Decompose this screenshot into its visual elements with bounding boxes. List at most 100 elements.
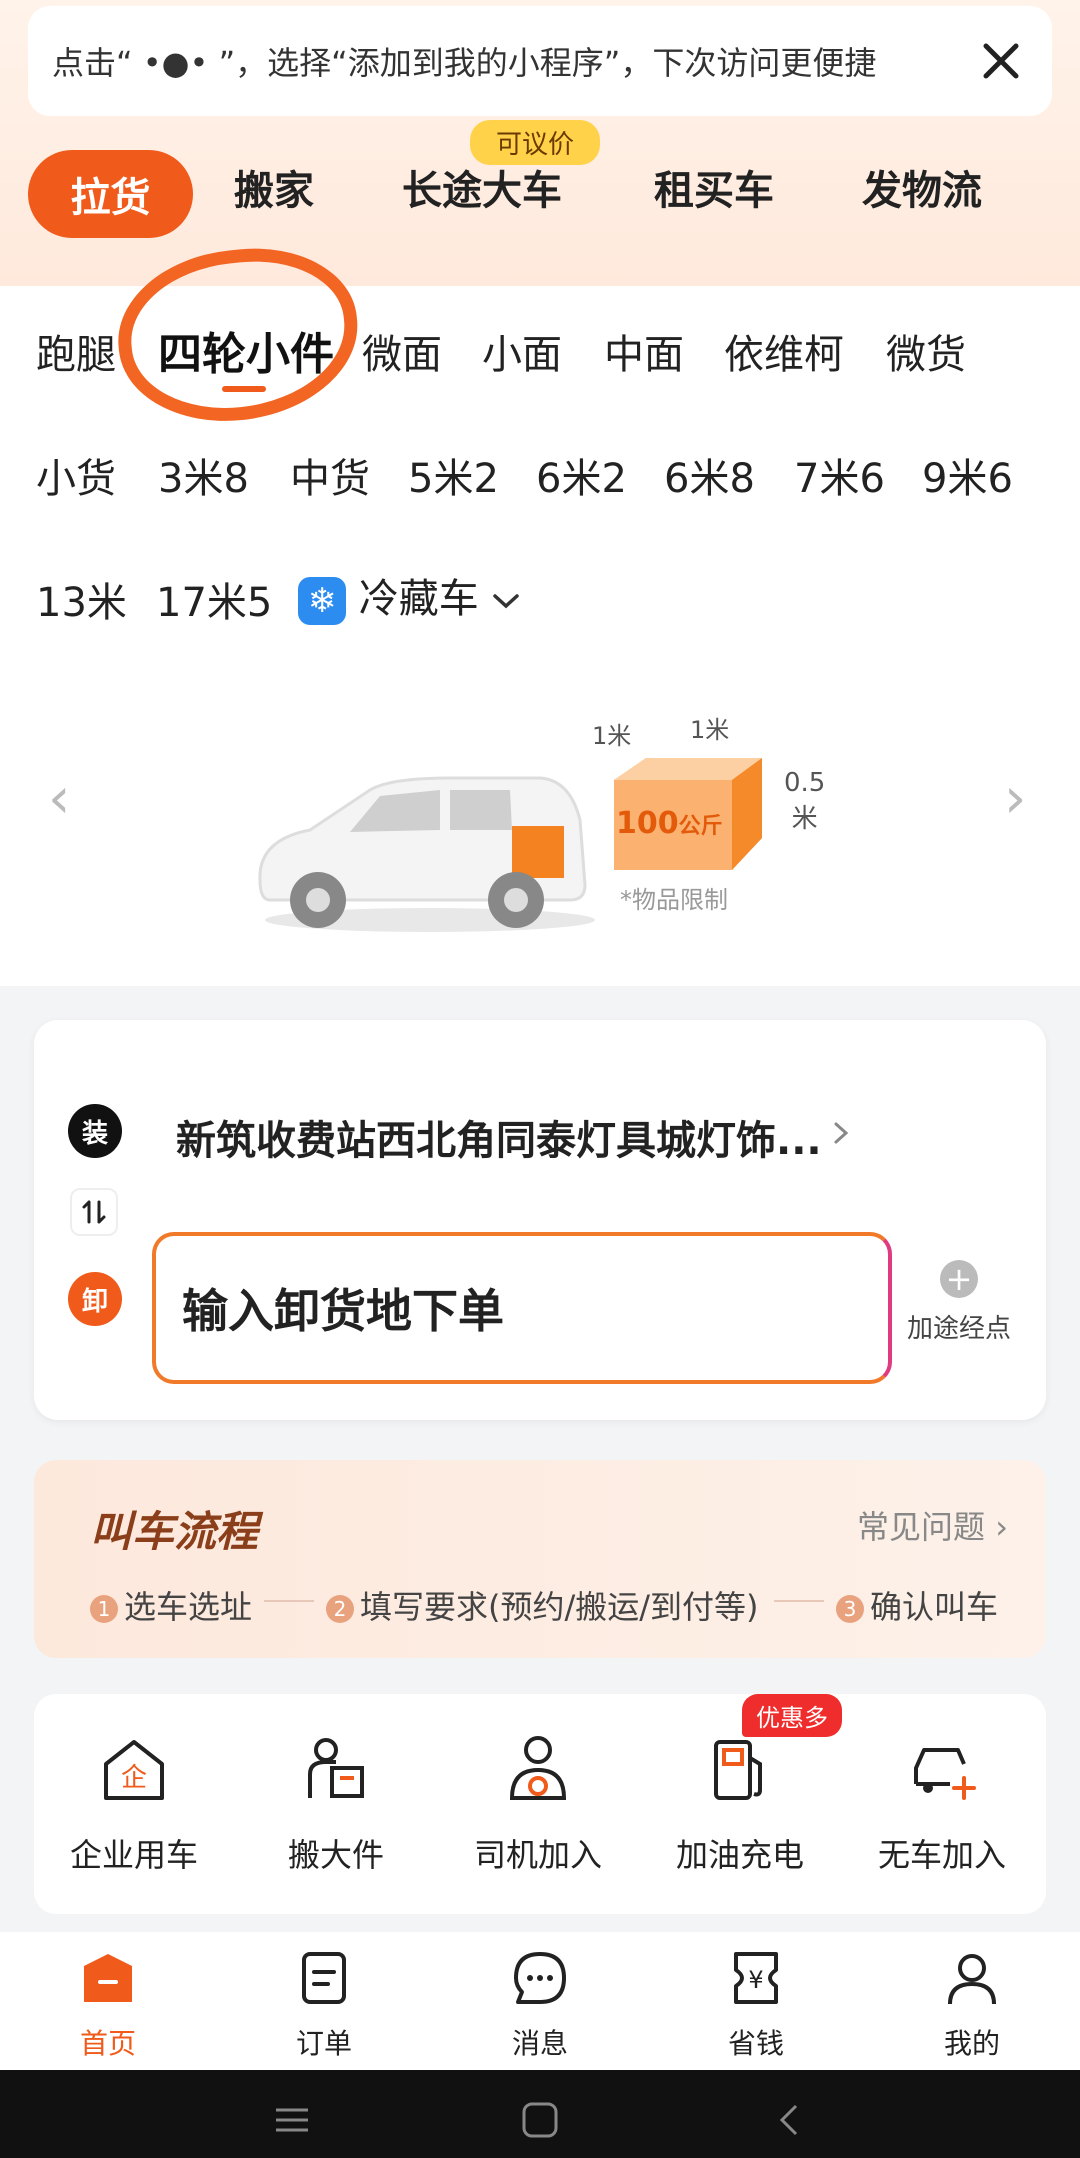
- weight-value: 100: [616, 806, 679, 841]
- process-title: 叫车流程: [90, 1507, 259, 1556]
- waypoint-label: 加途经点: [906, 1314, 1011, 1344]
- add-mini-program-tip: 点击“ •●• ”，选择“添加到我的小程序”，下次访问更便捷: [28, 6, 1052, 116]
- vehicle-type-refrigerated[interactable]: ❄ 冷藏车: [298, 566, 521, 625]
- weight-unit: 公斤: [678, 814, 723, 839]
- bottom-tab-bar: 首页 订单 消息 ¥ 省钱 我的: [0, 1932, 1080, 2070]
- tab-save-money[interactable]: ¥ 省钱: [676, 1948, 836, 2062]
- order-card: 装 新筑收费站西北角同泰灯具城灯饰... 卸 输入卸货地下单 + 加途经点: [34, 1020, 1046, 1420]
- close-icon[interactable]: [976, 36, 1026, 86]
- vehicle-type-6m2[interactable]: 6米2: [536, 446, 627, 504]
- step-connector: [774, 1600, 824, 1602]
- unload-badge: 卸: [68, 1272, 122, 1326]
- refrigerated-label: 冷藏车: [358, 576, 479, 622]
- step-number: 2: [326, 1595, 354, 1623]
- weight-label: 100公斤: [616, 806, 723, 841]
- negotiable-badge: 可议价: [470, 120, 601, 165]
- plus-icon: +: [940, 1260, 978, 1298]
- service-fuel-charge[interactable]: 加油充电: [650, 1728, 830, 1876]
- tab-label: 省钱: [727, 2027, 784, 2060]
- vehicle-type-6m8[interactable]: 6米8: [664, 446, 755, 504]
- svg-text:¥: ¥: [748, 1966, 763, 1994]
- tab-logistics[interactable]: 发物流: [862, 158, 982, 216]
- driver-icon: [509, 1736, 567, 1800]
- faq-link[interactable]: 常见问题 ›: [857, 1502, 1008, 1548]
- large-item-icon: [308, 1738, 364, 1798]
- fuel-pump-icon: [714, 1740, 762, 1800]
- vehicle-type-13m[interactable]: 13米: [36, 570, 127, 628]
- service-label: 加油充电: [675, 1836, 804, 1874]
- step-number: 3: [836, 1595, 864, 1623]
- chevron-left-icon[interactable]: ‹: [48, 766, 70, 831]
- system-navigation-bar: [0, 2070, 1080, 2158]
- service-driver-join[interactable]: 司机加入: [448, 1728, 628, 1876]
- service-enterprise[interactable]: 企 企业用车: [44, 1728, 224, 1876]
- load-address[interactable]: 新筑收费站西北角同泰灯具城灯饰...: [176, 1108, 822, 1166]
- item-restriction-note[interactable]: *物品限制: [620, 880, 728, 915]
- process-step-3: 3 确认叫车: [836, 1582, 998, 1628]
- service-large-items[interactable]: 搬大件: [246, 1728, 426, 1876]
- tab-label: 首页: [79, 2027, 136, 2060]
- enterprise-icon: 企: [104, 1740, 164, 1800]
- step-connector: [264, 1600, 314, 1602]
- tab-moving[interactable]: 搬家: [234, 158, 314, 216]
- car-plus-icon: [914, 1748, 976, 1800]
- swap-icon[interactable]: [70, 1188, 118, 1236]
- vehicle-type-small-truck[interactable]: 小货: [36, 446, 116, 504]
- tip-text: 点击“ •●• ”，选择“添加到我的小程序”，下次访问更便捷: [52, 44, 877, 82]
- vehicle-type-medium-truck[interactable]: 中货: [290, 446, 370, 504]
- vehicle-type-17m5[interactable]: 17米5: [156, 570, 272, 628]
- chevron-right-icon[interactable]: ›: [1004, 766, 1026, 831]
- vehicle-type-small-van[interactable]: 小面: [482, 322, 562, 380]
- vehicle-type-3m8[interactable]: 3米8: [158, 446, 249, 504]
- chevron-right-icon: ›: [995, 1508, 1008, 1546]
- coupon-icon: ¥: [734, 1952, 778, 2004]
- unload-address-input[interactable]: 输入卸货地下单: [152, 1232, 892, 1384]
- chevron-right-icon[interactable]: [830, 1118, 852, 1148]
- vehicle-type-micro-van[interactable]: 微面: [362, 322, 442, 380]
- step-label: 确认叫车: [870, 1588, 999, 1626]
- top-banner-area: 点击“ •●• ”，选择“添加到我的小程序”，下次访问更便捷 拉货 搬家 长途大…: [0, 0, 1080, 286]
- step-label: 选车选址: [124, 1588, 253, 1626]
- vehicle-type-5m2[interactable]: 5米2: [408, 446, 499, 504]
- vehicle-type-micro-truck[interactable]: 微货: [886, 322, 966, 380]
- process-step-1: 1 选车选址: [90, 1582, 252, 1628]
- step-number: 1: [90, 1595, 118, 1623]
- vehicle-type-medium-van[interactable]: 中面: [604, 322, 684, 380]
- order-list-icon: [302, 1952, 346, 2004]
- dim-height-unit: 米: [791, 804, 818, 834]
- dim-height-value: 0.5: [784, 768, 826, 798]
- unload-placeholder: 输入卸货地下单: [182, 1284, 504, 1338]
- service-no-car-join[interactable]: 无车加入: [852, 1728, 1032, 1876]
- service-label: 司机加入: [473, 1836, 602, 1874]
- service-shortcuts: 企 企业用车 搬大件 司机加入 加油充电 优惠多 无车加入: [34, 1694, 1046, 1914]
- dim-height: 0.5 米: [784, 768, 825, 835]
- tab-label: 我的: [943, 2027, 1000, 2060]
- tab-label: 消息: [511, 2027, 568, 2060]
- tab-orders[interactable]: 订单: [244, 1948, 404, 2062]
- chevron-down-icon: [493, 594, 520, 609]
- menu-icon[interactable]: [272, 2100, 312, 2140]
- add-waypoint-button[interactable]: + 加途经点: [884, 1260, 1034, 1345]
- tab-haul[interactable]: 拉货: [28, 150, 193, 238]
- user-icon: [948, 1954, 996, 2005]
- promo-badge: 优惠多: [742, 1694, 842, 1737]
- tab-rent-buy-car[interactable]: 租买车: [654, 158, 774, 216]
- step-label: 填写要求(预约/搬运/到付等): [360, 1588, 759, 1626]
- home-icon: [84, 1954, 132, 2002]
- vehicle-type-7m6[interactable]: 7米6: [794, 446, 885, 504]
- service-label: 企业用车: [69, 1836, 198, 1874]
- tab-messages[interactable]: 消息: [460, 1948, 620, 2062]
- snowflake-icon: ❄: [298, 577, 346, 625]
- tab-profile[interactable]: 我的: [892, 1948, 1052, 2062]
- tab-home[interactable]: 首页: [28, 1948, 188, 2062]
- car-illustration: [258, 776, 595, 932]
- vehicle-type-9m6[interactable]: 9米6: [922, 446, 1013, 504]
- service-label: 搬大件: [287, 1836, 384, 1874]
- home-square-icon[interactable]: [520, 2100, 560, 2140]
- process-step-2: 2 填写要求(预约/搬运/到付等): [326, 1582, 759, 1628]
- tab-long-distance-truck[interactable]: 长途大车: [402, 158, 562, 216]
- vehicle-type-errand[interactable]: 跑腿: [36, 322, 116, 380]
- vehicle-type-iveco[interactable]: 依维柯: [724, 322, 844, 380]
- service-label: 无车加入: [877, 1836, 1006, 1874]
- back-icon[interactable]: [770, 2100, 810, 2140]
